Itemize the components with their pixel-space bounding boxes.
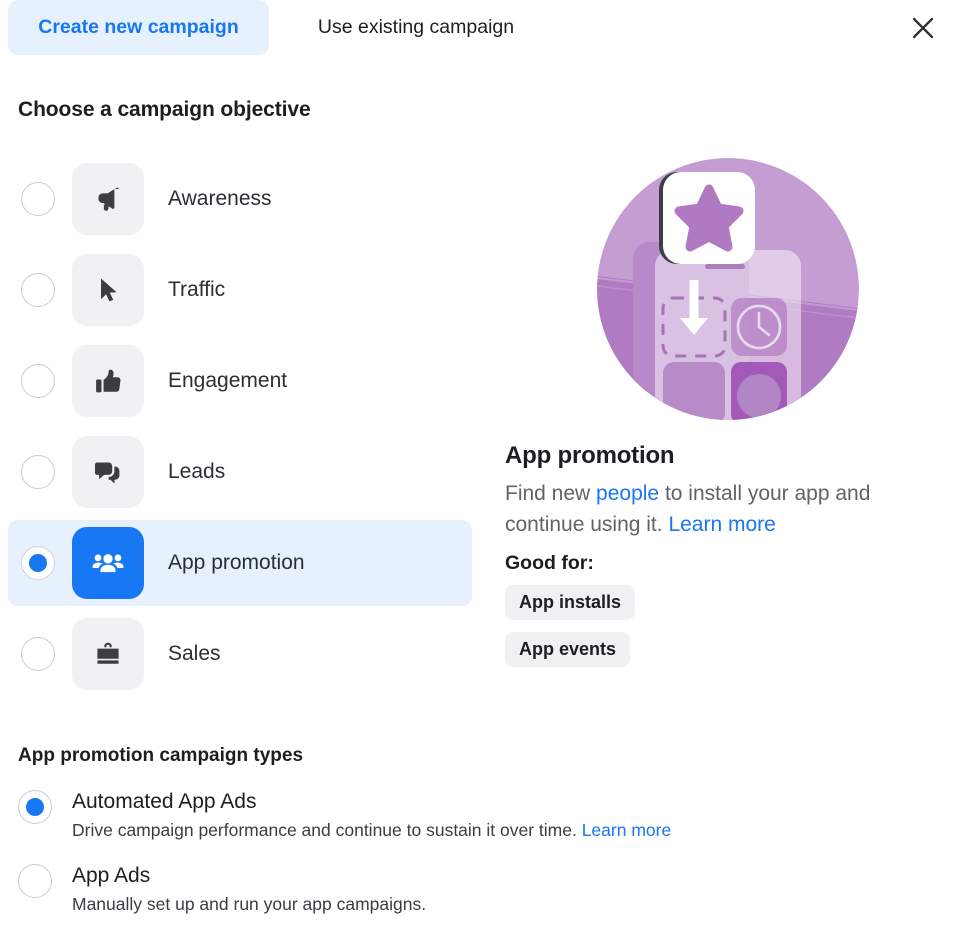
people-group-icon-tile — [72, 527, 144, 599]
radio-engagement[interactable] — [21, 364, 55, 398]
radio-automated-app-ads[interactable] — [18, 790, 52, 824]
radio-leads[interactable] — [21, 455, 55, 489]
radio-app-ads[interactable] — [18, 864, 52, 898]
campaign-type-automated-app-ads[interactable]: Automated App Ads Drive campaign perform… — [18, 789, 838, 841]
detail-description-part1: Find new — [505, 482, 597, 505]
dialog-tabs: Create new campaign Use existing campaig… — [0, 0, 960, 57]
campaign-type-app-ads[interactable]: App Ads Manually set up and run your app… — [18, 863, 838, 915]
close-icon — [911, 16, 935, 40]
good-for-label: Good for: — [505, 552, 594, 574]
objective-label-traffic: Traffic — [168, 278, 226, 301]
good-for-badges: App installs App events — [505, 585, 945, 679]
tab-use-existing-campaign-label: Use existing campaign — [317, 16, 515, 38]
people-group-icon — [91, 546, 125, 580]
objective-label-app-promotion: App promotion — [168, 551, 305, 574]
campaign-type-desc-text-1: Manually set up and run your app campaig… — [72, 894, 427, 914]
objective-option-engagement[interactable]: Engagement — [8, 338, 472, 424]
campaign-type-label-automated-app-ads: Automated App Ads — [72, 790, 257, 813]
objective-option-awareness[interactable]: Awareness — [8, 156, 472, 242]
radio-sales[interactable] — [21, 637, 55, 671]
campaign-type-label-app-ads: App Ads — [72, 864, 151, 887]
objective-label-leads: Leads — [168, 460, 226, 483]
app-promotion-illustration — [597, 158, 859, 420]
badge-app-installs: App installs — [505, 585, 636, 620]
automated-app-ads-learn-more-link[interactable]: Learn more — [582, 820, 672, 840]
detail-description: Find new people to install your app and … — [505, 478, 913, 540]
learn-more-link[interactable]: Learn more — [668, 513, 775, 536]
close-button[interactable] — [902, 7, 944, 49]
shopping-bag-icon — [92, 638, 124, 670]
objective-option-leads[interactable]: Leads — [8, 429, 472, 515]
objective-label-engagement: Engagement — [168, 369, 288, 392]
campaign-types-title: App promotion campaign types — [18, 745, 304, 766]
campaign-type-desc-automated-app-ads: Drive campaign performance and continue … — [72, 820, 671, 841]
objective-option-traffic[interactable]: Traffic — [8, 247, 472, 333]
objective-label-sales: Sales — [168, 642, 221, 665]
megaphone-icon-tile — [72, 163, 144, 235]
objective-section-title: Choose a campaign objective — [18, 98, 311, 121]
badge-app-events: App events — [505, 632, 631, 667]
objective-option-sales[interactable]: Sales — [8, 611, 472, 697]
objective-list: Awareness Traffic Engagement Leads App p… — [0, 156, 480, 702]
campaign-type-desc-app-ads: Manually set up and run your app campaig… — [72, 894, 426, 915]
objective-label-awareness: Awareness — [168, 187, 272, 210]
megaphone-icon — [91, 182, 125, 216]
shopping-bag-icon-tile — [72, 618, 144, 690]
radio-awareness[interactable] — [21, 182, 55, 216]
campaign-types-section: App promotion campaign types Automated A… — [18, 745, 838, 915]
tab-create-new-campaign-label: Create new campaign — [38, 16, 239, 38]
tab-use-existing-campaign[interactable]: Use existing campaign — [285, 0, 547, 55]
campaign-objective-dialog: Create new campaign Use existing campaig… — [0, 0, 960, 946]
speech-bubbles-icon-tile — [72, 436, 144, 508]
radio-app-promotion[interactable] — [21, 546, 55, 580]
tab-create-new-campaign[interactable]: Create new campaign — [8, 0, 269, 55]
radio-traffic[interactable] — [21, 273, 55, 307]
speech-bubbles-icon — [92, 456, 124, 488]
people-link[interactable]: people — [596, 482, 659, 505]
cursor-arrow-icon — [92, 274, 124, 306]
thumbs-up-icon-tile — [72, 345, 144, 417]
objective-detail-panel: App promotion Find new people to install… — [505, 150, 945, 679]
campaign-type-desc-text-0: Drive campaign performance and continue … — [72, 820, 582, 840]
thumbs-up-icon — [92, 365, 125, 398]
detail-title: App promotion — [505, 442, 675, 469]
objective-option-app-promotion[interactable]: App promotion — [8, 520, 472, 606]
cursor-arrow-icon-tile — [72, 254, 144, 326]
